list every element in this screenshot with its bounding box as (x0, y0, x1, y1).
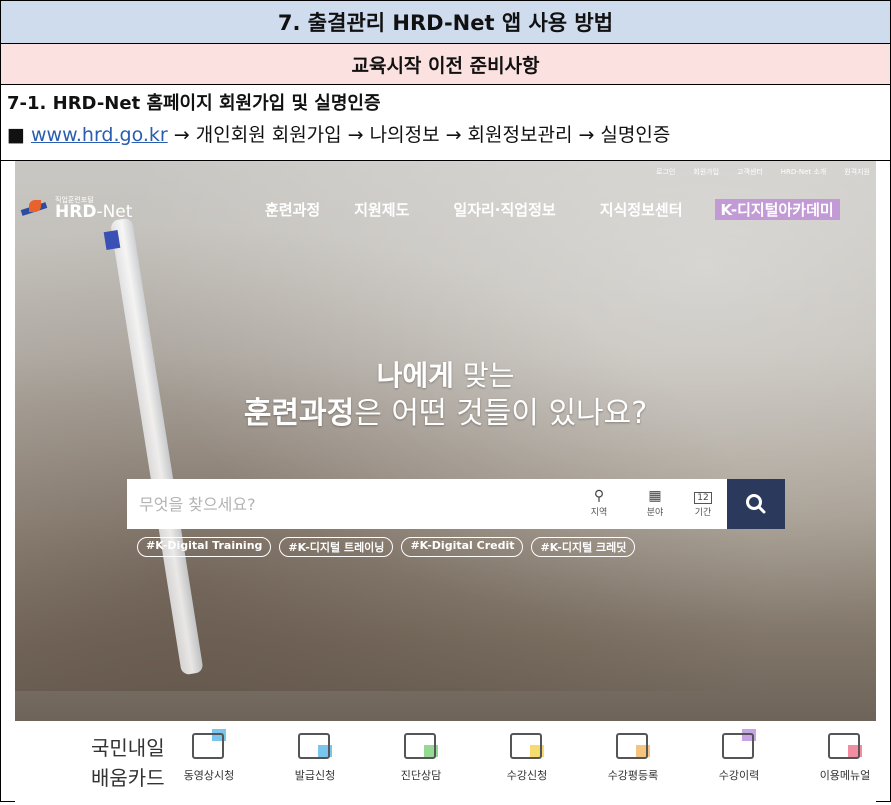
doc-path: ■ www.hrd.go.kr → 개인회원 회원가입 → 나의정보 → 회원정… (7, 119, 884, 151)
location-pin-icon: ⚲ (593, 488, 605, 504)
card-item-enroll[interactable]: 수강신청 (487, 729, 567, 783)
search-icon (746, 494, 766, 514)
document-page: 7. 출결관리 HRD-Net 앱 사용 방법 교육시작 이전 준비사항 7-1… (0, 0, 891, 805)
edit-document-icon (616, 729, 650, 761)
calendar-icon: 12 (683, 487, 723, 505)
checkbox-icon (510, 729, 544, 761)
search-option-field[interactable]: ▦ 분야 (635, 487, 675, 518)
pen-cap-image (103, 230, 121, 250)
menu-bar: 훈련과정 지원제도 일자리·직업정보 지식정보센터 K-디지털아카데미 (265, 199, 840, 220)
logo-big-text: HRD-Net (55, 202, 133, 222)
search-box: ⚲ 지역 ▦ 분야 12 기간 (127, 479, 727, 529)
card-title: 국민내일 배움카드 (91, 736, 165, 790)
menu-jobs[interactable]: 일자리·직업정보 (453, 199, 555, 220)
search-option-region[interactable]: ⚲ 지역 (579, 487, 619, 518)
menu-training[interactable]: 훈련과정 (265, 199, 320, 220)
doc-instruction-block: 7-1. HRD-Net 홈페이지 회원가입 및 실명인증 ■ www.hrd.… (1, 85, 890, 161)
card-item-history[interactable]: 수강이력 (699, 729, 779, 783)
main-nav: 직업훈련포털 HRD-Net 훈련과정 지원제도 일자리·직업정보 지식정보센터… (15, 193, 876, 223)
card-icon (298, 729, 332, 761)
hrd-link[interactable]: www.hrd.go.kr (31, 124, 168, 146)
monitor-play-icon (192, 729, 226, 761)
doc-subsection: 7-1. HRD-Net 홈페이지 회원가입 및 실명인증 (7, 93, 381, 114)
top-link-about[interactable]: HRD-Net 소개 (781, 167, 826, 177)
path-steps: → 개인회원 회원가입 → 나의정보 → 회원정보관리 → 실명인증 (167, 124, 671, 146)
top-link-remote[interactable]: 원격지원 (844, 167, 870, 177)
website-screenshot: 로그인 회원가입 고객센터 HRD-Net 소개 원격지원 직업훈련포털 HRD… (15, 161, 876, 805)
top-links: 로그인 회원가입 고객센터 HRD-Net 소개 원격지원 (656, 167, 870, 177)
hrd-logo[interactable]: 직업훈련포털 HRD-Net (20, 197, 133, 222)
doc-title: 7. 출결관리 HRD-Net 앱 사용 방법 (1, 1, 890, 44)
card-menu: 국민내일 배움카드 동영상시청 발급신청 진단상담 수강신청 수강평등록 수강이… (15, 721, 876, 805)
menu-k-digital[interactable]: K-디지털아카데미 (714, 199, 840, 220)
field-icon: ▦ (648, 488, 662, 504)
tag-kdt-en[interactable]: #K-Digital Training (137, 537, 272, 557)
kiosk-icon (404, 729, 438, 761)
bullet-square: ■ (7, 124, 25, 146)
search-button[interactable] (727, 479, 785, 529)
doc-section: 교육시작 이전 준비사항 (1, 44, 890, 85)
search-option-period[interactable]: 12 기간 (683, 487, 723, 518)
menu-support[interactable]: 지원제도 (354, 199, 409, 220)
menu-knowledge[interactable]: 지식정보센터 (600, 199, 683, 220)
manual-document-icon (828, 729, 862, 761)
search-input[interactable] (137, 489, 541, 519)
folder-icon (722, 729, 756, 761)
hashtag-list: #K-Digital Training #K-디지털 트레이닝 #K-Digit… (137, 537, 636, 557)
card-item-consult[interactable]: 진단상담 (381, 729, 461, 783)
tag-kdc-en[interactable]: #K-Digital Credit (401, 537, 524, 557)
card-item-video[interactable]: 동영상시청 (169, 729, 249, 783)
tag-kdc-ko[interactable]: #K-디지털 크레딧 (531, 537, 636, 557)
top-link-login[interactable]: 로그인 (656, 167, 675, 177)
top-link-support[interactable]: 고객센터 (737, 167, 763, 177)
tag-kdt-ko[interactable]: #K-디지털 트레이닝 (279, 537, 394, 557)
hero-headline: 나에게 맞는 훈련과정은 어떤 것들이 있나요? (243, 359, 648, 431)
card-item-issue[interactable]: 발급신청 (275, 729, 355, 783)
card-item-manual[interactable]: 이용메뉴얼 (805, 729, 876, 783)
card-item-review[interactable]: 수강평등록 (593, 729, 673, 783)
top-link-signup[interactable]: 회원가입 (693, 167, 719, 177)
logo-mark-icon (20, 198, 49, 220)
